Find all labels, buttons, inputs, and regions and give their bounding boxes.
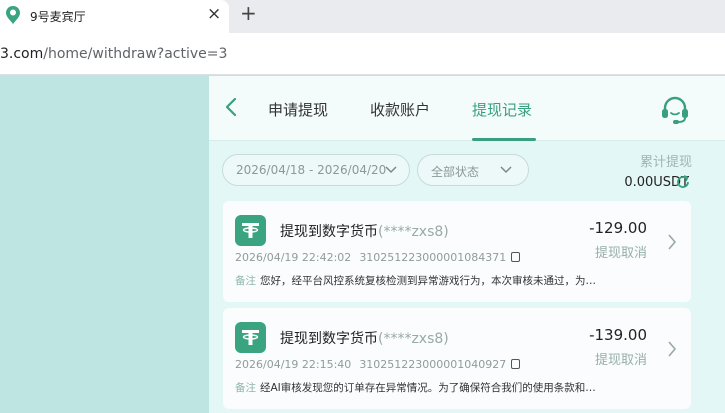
back-arrow-icon[interactable] (223, 96, 239, 118)
record-account: (****zxs8) (378, 224, 449, 240)
url-text[interactable]: 3.com/home/withdraw?active=3 (0, 46, 227, 62)
withdraw-panel: 申请提现 收款账户 提现记录 2026/04/18 - 2026/04/20 全… (209, 76, 725, 413)
record-title: 提现到数字货币(****zxs8) (280, 328, 449, 348)
withdraw-record-card[interactable]: 提现到数字货币(****zxs8) -129.00 提现取消 2026/04/1… (223, 201, 691, 302)
record-note-text: 您好，经平台风控系统复核检测到异常游戏行为，本次审核未通过，为… (260, 275, 596, 287)
record-order-id: 310251223000001040927 (359, 358, 507, 371)
record-datetime: 2026/04/19 22:15:40 (235, 358, 352, 371)
record-note-label: 备注 (235, 275, 256, 287)
copy-icon[interactable] (511, 252, 521, 262)
chevron-right-icon[interactable] (667, 233, 677, 251)
usdt-icon (235, 322, 266, 353)
withdraw-nav: 申请提现 收款账户 提现记录 (209, 76, 725, 141)
date-range-filter[interactable]: 2026/04/18 - 2026/04/20 (222, 154, 410, 186)
withdraw-record-card[interactable]: 提现到数字货币(****zxs8) -139.00 提现取消 2026/04/1… (223, 308, 691, 409)
status-filter-text: 全部状态 (431, 165, 480, 179)
active-tab-indicator (472, 138, 536, 141)
tab-title: 9号麦宾厅 (30, 10, 86, 24)
record-title-text: 提现到数字货币 (280, 331, 378, 347)
browser-tab-bar: 9号麦宾厅 × + (0, 0, 725, 33)
record-status: 提现取消 (594, 353, 647, 368)
record-amount: -139.00 (589, 326, 647, 344)
usdt-icon (235, 215, 266, 246)
record-note: 备注 您好，经平台风控系统复核检测到异常游戏行为，本次审核未通过，为… (235, 273, 645, 288)
address-bar[interactable]: 3.com/home/withdraw?active=3 (0, 33, 725, 75)
total-withdrawn-label: 累计提现 (639, 155, 692, 170)
customer-support-icon[interactable] (659, 94, 691, 126)
record-note-label: 备注 (235, 382, 256, 394)
chevron-down-icon (500, 166, 512, 174)
date-range-text: 2026/04/18 - 2026/04/20 (236, 163, 387, 177)
copy-icon[interactable] (511, 359, 521, 369)
record-order-id: 310251223000001084371 (359, 251, 507, 264)
record-datetime: 2026/04/19 22:42:02 (235, 251, 352, 264)
new-tab-button[interactable]: + (240, 2, 257, 24)
tab-payee-accounts[interactable]: 收款账户 (370, 99, 430, 120)
record-status: 提现取消 (594, 246, 647, 261)
chevron-down-icon (385, 166, 397, 174)
refresh-icon[interactable] (675, 174, 691, 190)
site-logo-icon (6, 6, 20, 24)
url-host: 3.com (0, 46, 44, 62)
record-title: 提现到数字货币(****zxs8) (280, 221, 449, 241)
status-filter[interactable]: 全部状态 (417, 154, 529, 186)
record-title-text: 提现到数字货币 (280, 224, 378, 240)
record-meta: 2026/04/19 22:15:40 310251223000001040927 (235, 358, 521, 371)
chevron-right-icon[interactable] (667, 340, 677, 358)
tab-withdraw-records[interactable]: 提现记录 (472, 99, 532, 120)
record-note: 备注 经AI审核发现您的订单存在异常情况。为了确保符合我们的使用条款和… (235, 380, 645, 395)
tab-apply-withdraw[interactable]: 申请提现 (268, 99, 328, 120)
record-meta: 2026/04/19 22:42:02 310251223000001084371 (235, 251, 521, 264)
tab-close-icon[interactable]: × (207, 4, 221, 24)
browser-tab[interactable]: 9号麦宾厅 × (0, 0, 229, 33)
record-amount: -129.00 (589, 219, 647, 237)
record-note-text: 经AI审核发现您的订单存在异常情况。为了确保符合我们的使用条款和… (260, 382, 596, 394)
url-path: /home/withdraw?active=3 (43, 46, 228, 62)
record-account: (****zxs8) (378, 331, 449, 347)
